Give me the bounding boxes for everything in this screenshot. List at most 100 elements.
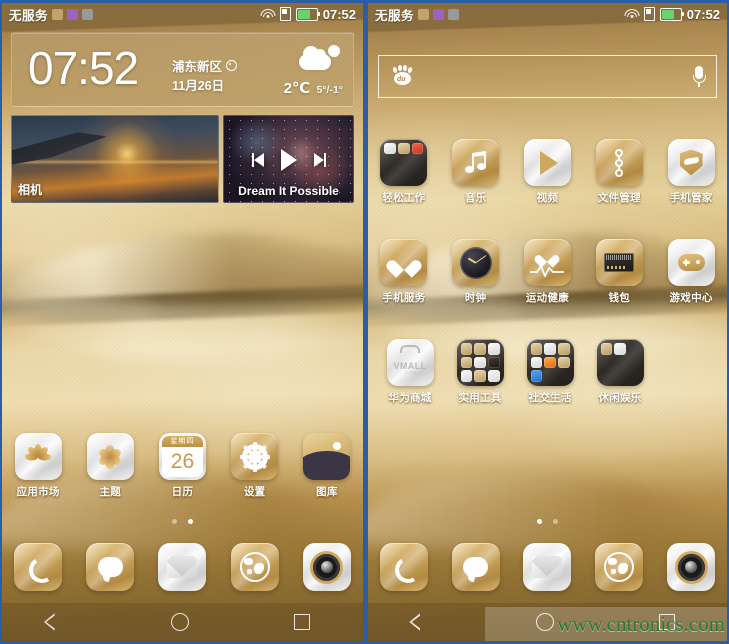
widget-date: 11月26日 (172, 79, 225, 93)
dock-email-button[interactable] (523, 543, 572, 591)
back-triangle-icon[interactable] (55, 613, 66, 631)
right-phone-screen: 无服务 07:52 du 轻松工作 音乐 视频 文件管理 手机管家 手机服务 时… (368, 3, 727, 641)
dock-browser-button[interactable] (230, 543, 279, 591)
clock-icon (459, 246, 492, 279)
app-icon-vmall[interactable]: VMALL .COM 华为商城 (379, 339, 441, 405)
calendar-weekday: 星期四 (161, 436, 203, 447)
app-label: 设置 (243, 486, 266, 498)
recents-square-icon[interactable] (294, 614, 311, 630)
camera-lens-icon (677, 553, 705, 581)
app-icon-video[interactable]: 视频 (516, 139, 578, 205)
play-icon[interactable] (280, 148, 297, 171)
notification-icon-2 (67, 8, 79, 20)
app-icon-entertainment-folder[interactable]: 休闲娱乐 (589, 339, 651, 405)
app-icon-settings[interactable]: 设置 (224, 433, 286, 499)
app-icon-clock[interactable]: 时钟 (445, 239, 507, 305)
battery-icon (659, 7, 684, 21)
camera-widget-label: 相机 (18, 183, 43, 197)
dock-phone-button[interactable] (379, 543, 428, 591)
widget-location: 浦东新区 (172, 56, 238, 75)
message-bubble-icon (463, 557, 489, 577)
entertainment-folder-icon (600, 343, 640, 382)
page-dot-active[interactable] (537, 519, 542, 524)
app-label: 手机服务 (382, 292, 426, 304)
app-label: 游戏中心 (669, 292, 713, 304)
dock-email-button[interactable] (158, 543, 207, 591)
calendar-day: 26 (170, 450, 195, 473)
gallery-icon (303, 433, 351, 480)
app-label: 华为商城 (388, 392, 432, 404)
page-dot[interactable] (172, 519, 177, 524)
health-ecg-icon (530, 250, 565, 277)
location-pin-icon (226, 60, 238, 71)
app-icon-phoneservice[interactable]: 手机服务 (373, 239, 435, 305)
status-clock: 07:52 (686, 6, 720, 22)
app-row-1: 轻松工作 音乐 视频 文件管理 手机管家 (368, 139, 727, 205)
dock-phone-button[interactable] (14, 543, 63, 591)
video-play-icon (540, 150, 559, 175)
app-icon-gallery[interactable]: 图库 (296, 433, 358, 499)
previous-track-icon[interactable] (251, 153, 265, 168)
dock-browser-button[interactable] (595, 543, 644, 591)
music-widget[interactable]: Dream It Possible (223, 115, 354, 203)
app-icon-wallet[interactable]: 钱包 (588, 239, 650, 305)
app-label: 轻松工作 (382, 192, 426, 204)
social-folder-icon (530, 343, 570, 382)
themes-icon (97, 444, 123, 469)
carrier-label: 无服务 (9, 8, 49, 23)
partly-cloudy-icon (297, 45, 341, 75)
app-icon-work-folder[interactable]: 轻松工作 (373, 139, 435, 205)
battery-icon (295, 7, 320, 21)
site-watermark: www.cntronics.com (557, 612, 725, 636)
microphone-icon[interactable] (693, 65, 706, 88)
wallet-icon (604, 253, 635, 272)
message-bubble-icon (97, 557, 123, 577)
app-icon-health[interactable]: 运动健康 (516, 239, 578, 305)
dock-messages-button[interactable] (86, 543, 135, 591)
clock-weather-widget[interactable]: 07:52 浦东新区 11月26日 2℃ 5°/-1° (11, 32, 354, 107)
app-label: 时钟 (464, 292, 487, 304)
gamepad-icon (677, 254, 705, 271)
dock-messages-button[interactable] (451, 543, 500, 591)
app-icon-music[interactable]: 音乐 (445, 139, 507, 205)
dock-camera-button[interactable] (667, 543, 716, 591)
wifi-icon (624, 8, 640, 20)
email-envelope-icon (167, 556, 198, 578)
media-widgets-row: 相机 Dream It Possible (11, 115, 354, 203)
dock-camera-button[interactable] (302, 543, 351, 591)
page-indicator (368, 519, 727, 524)
location-text: 浦东新区 (172, 60, 223, 74)
widget-temperature: 2℃ 5°/-1° (284, 79, 343, 97)
music-track-title: Dream It Possible (238, 184, 339, 198)
navigation-bar (2, 603, 363, 641)
notification-icon-3 (448, 8, 460, 20)
calendar-icon: 星期四 26 (161, 436, 203, 477)
status-clock: 07:52 (322, 6, 356, 22)
next-track-icon[interactable] (313, 153, 326, 168)
search-bar[interactable]: du (378, 55, 717, 98)
temp-range: 5°/-1° (316, 84, 344, 96)
app-icon-phonemanager[interactable]: 手机管家 (660, 139, 722, 205)
app-icon-social-folder[interactable]: 社交生活 (519, 339, 581, 405)
page-dot[interactable] (553, 519, 558, 524)
app-row-2: 手机服务 时钟 运动健康 钱包 游戏中心 (368, 239, 727, 305)
app-label: 实用工具 (458, 392, 502, 404)
camera-widget[interactable]: 相机 (11, 115, 219, 203)
app-icon-tools-folder[interactable]: 实用工具 (449, 339, 511, 405)
back-triangle-icon[interactable] (420, 613, 431, 631)
app-icon-themes[interactable]: 主题 (79, 433, 141, 499)
page-indicator (2, 519, 363, 524)
status-bar: 无服务 07:52 (368, 3, 727, 25)
sim-icon (643, 7, 655, 21)
page-dot-active[interactable] (188, 519, 193, 524)
app-icon-filemanager[interactable]: 文件管理 (588, 139, 650, 205)
app-icon-gamecenter[interactable]: 游戏中心 (660, 239, 722, 305)
huawei-appmarket-icon (25, 443, 52, 468)
home-circle-icon[interactable] (170, 613, 189, 631)
carrier-label: 无服务 (375, 8, 415, 23)
app-icon-appmarket[interactable]: 应用市场 (7, 433, 69, 499)
app-label: 手机管家 (669, 192, 713, 204)
app-label: 图库 (316, 486, 338, 498)
app-icon-calendar[interactable]: 星期四 26 日历 (151, 433, 213, 499)
screenshot-stage: 无服务 07:52 07:52 浦东新区 11月26日 2℃ 5°/-1° 相机… (0, 0, 729, 644)
